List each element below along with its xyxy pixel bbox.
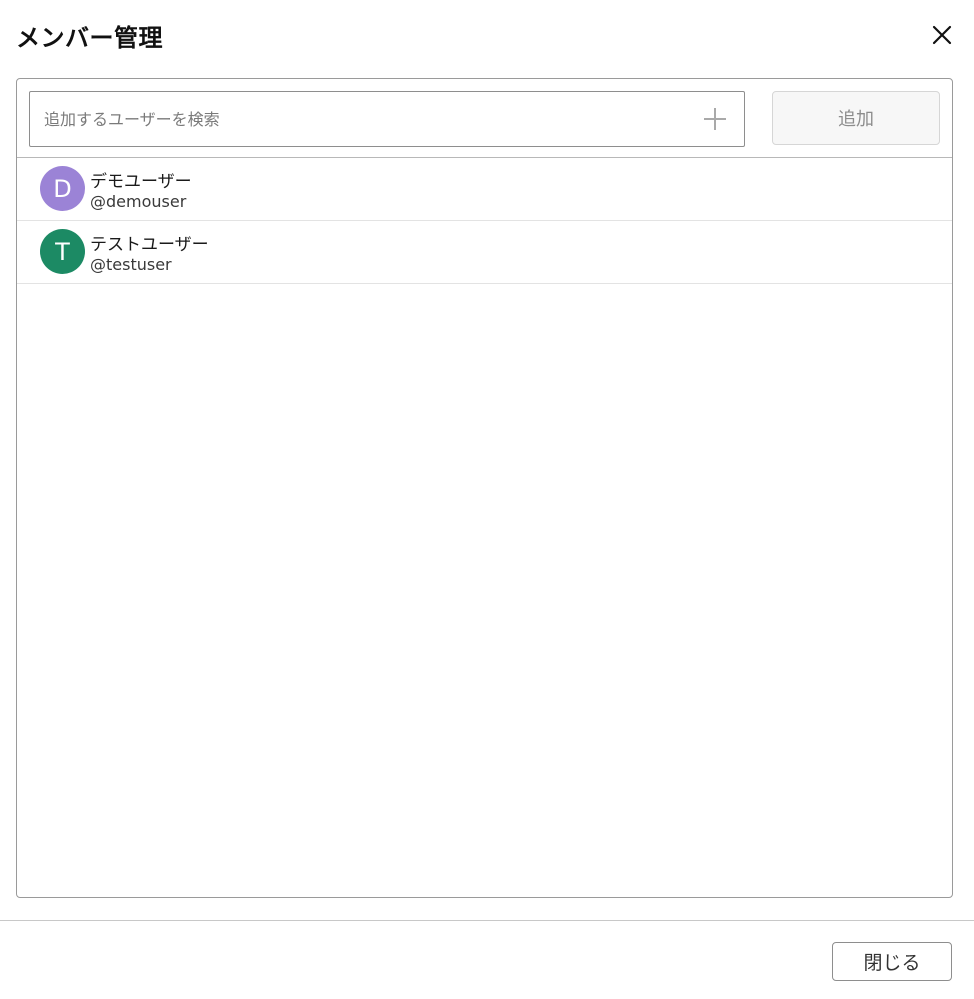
search-row: 追加	[17, 79, 952, 158]
member-row[interactable]: T テストユーザー @testuser	[17, 221, 952, 284]
search-box[interactable]	[29, 91, 745, 147]
member-management-dialog: メンバー管理 追加 D デモユーザー @demouser	[0, 0, 974, 999]
member-handle: @testuser	[90, 255, 172, 274]
dialog-header: メンバー管理	[0, 0, 974, 70]
member-list: D デモユーザー @demouser T テストユーザー @testuser	[17, 158, 952, 284]
footer-divider	[0, 920, 974, 921]
add-button[interactable]: 追加	[772, 91, 940, 145]
member-name: テストユーザー	[90, 235, 209, 255]
avatar: T	[40, 229, 85, 274]
search-input[interactable]	[30, 92, 690, 146]
plus-icon[interactable]	[702, 106, 728, 132]
close-dialog-button[interactable]: 閉じる	[832, 942, 952, 981]
close-button[interactable]	[926, 19, 958, 51]
avatar: D	[40, 166, 85, 211]
member-panel: 追加 D デモユーザー @demouser T テストユーザー @testuse…	[16, 78, 953, 898]
member-name: デモユーザー	[90, 172, 192, 192]
close-icon	[932, 25, 952, 45]
member-row[interactable]: D デモユーザー @demouser	[17, 158, 952, 221]
dialog-title: メンバー管理	[16, 24, 163, 52]
member-handle: @demouser	[90, 192, 187, 211]
